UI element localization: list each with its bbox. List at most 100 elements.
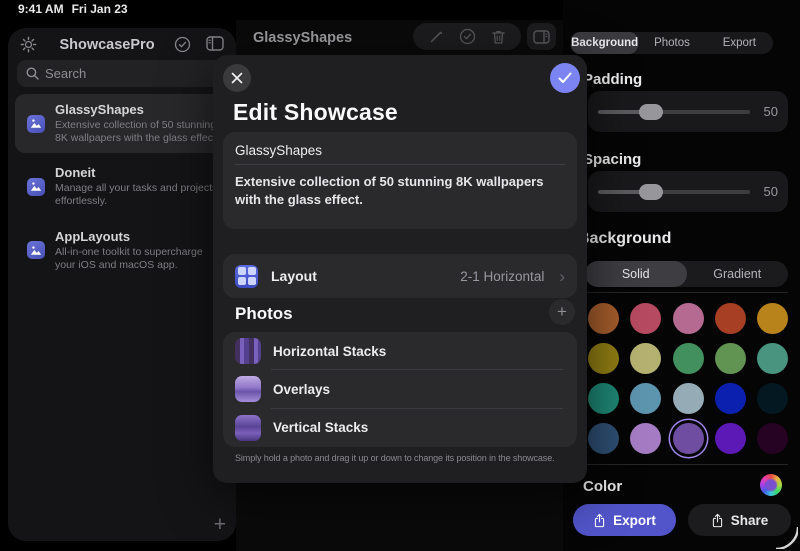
app-screen: 9:41 AM Fri Jan 23 100% GlassyShapes Bac — [0, 0, 800, 551]
background-section-label: Background — [578, 230, 671, 248]
color-swatch[interactable] — [673, 303, 704, 334]
photo-row-label: Overlays — [273, 382, 330, 397]
share-button-label: Share — [731, 513, 769, 528]
detail-toolbar — [413, 23, 521, 50]
edit-pencil-icon[interactable] — [428, 29, 444, 45]
color-swatch[interactable] — [630, 343, 661, 374]
showcase-list: GlassyShapes Extensive collection of 50 … — [15, 94, 231, 280]
sidebar-list-item[interactable]: AppLayouts All-in-one toolkit to superch… — [15, 221, 231, 280]
confirm-button[interactable] — [550, 63, 580, 93]
padding-slider-thumb[interactable] — [639, 104, 663, 120]
color-swatch[interactable] — [673, 343, 704, 374]
color-swatch[interactable] — [588, 383, 619, 414]
sidebar-list-item[interactable]: GlassyShapes Extensive collection of 50 … — [15, 94, 231, 153]
color-swatch[interactable] — [757, 343, 788, 374]
layout-value: 2-1 Horizontal — [460, 269, 544, 284]
add-showcase-button[interactable]: + — [214, 514, 226, 535]
background-mode-gradient[interactable]: Gradient — [687, 261, 789, 287]
photo-thumbnail — [235, 415, 261, 441]
add-photo-button[interactable]: + — [549, 299, 575, 325]
color-swatch[interactable] — [715, 303, 746, 334]
sidebar: ShowcasePro Search GlassyShapes Extensiv… — [8, 28, 236, 541]
spacing-label: Spacing — [583, 151, 641, 168]
select-checkmark-circle-icon[interactable] — [459, 28, 476, 45]
inspector-tab-photos[interactable]: Photos — [638, 32, 705, 54]
color-swatch[interactable] — [757, 423, 788, 454]
photos-list: Horizontal Stacks Overlays Vertical Stac… — [223, 332, 577, 447]
color-wheel-picker[interactable] — [760, 474, 782, 496]
layout-row[interactable]: Layout 2-1 Horizontal › — [223, 254, 577, 298]
padding-label: Padding — [583, 71, 642, 88]
padding-slider-card: 50 — [588, 91, 788, 132]
segment-tab-label: Photos — [654, 37, 690, 49]
sidebar-header: ShowcasePro — [8, 28, 236, 62]
share-up-icon — [711, 513, 724, 528]
color-swatch[interactable] — [630, 383, 661, 414]
search-placeholder: Search — [45, 66, 86, 81]
showcase-description-input[interactable]: Extensive collection of 50 stunning 8K w… — [235, 173, 567, 208]
search-icon — [26, 67, 39, 80]
sidebar-item-desc: Manage all your tasks and projects effor… — [55, 182, 223, 208]
color-swatch-grid — [588, 303, 788, 454]
color-swatch[interactable] — [715, 343, 746, 374]
sidebar-left-icon[interactable] — [206, 36, 224, 51]
modal-title: Edit Showcase — [233, 99, 398, 126]
edit-showcase-modal: Edit Showcase Extensive collection of 50… — [213, 55, 587, 483]
checkmark-circle-icon[interactable] — [174, 36, 191, 53]
color-swatch[interactable] — [757, 383, 788, 414]
background-mode-solid[interactable]: Solid — [585, 261, 687, 287]
color-swatch[interactable] — [588, 343, 619, 374]
sidebar-item-desc: Extensive collection of 50 stunning 8K w… — [55, 119, 223, 145]
status-date: Fri Jan 23 — [72, 2, 128, 16]
color-swatch[interactable] — [630, 423, 661, 454]
divider — [585, 292, 788, 293]
photo-row[interactable]: Overlays — [223, 370, 577, 408]
photos-hint: Simply hold a photo and drag it up or do… — [235, 453, 555, 463]
color-swatch[interactable] — [715, 423, 746, 454]
spacing-slider-thumb[interactable] — [639, 184, 663, 200]
background-mode-toggle: Solid Gradient — [585, 261, 788, 287]
inspector-tab-background[interactable]: Background — [571, 32, 638, 54]
sidebar-list-item[interactable]: Doneit Manage all your tasks and project… — [15, 157, 231, 216]
photo-icon — [27, 115, 45, 133]
showcase-name-input[interactable] — [235, 140, 565, 160]
spacing-value: 50 — [764, 184, 778, 199]
color-swatch[interactable] — [673, 383, 704, 414]
photo-row[interactable]: Vertical Stacks — [223, 409, 577, 447]
share-up-icon — [593, 513, 606, 528]
photo-row-label: Vertical Stacks — [273, 420, 368, 435]
status-time: 9:41 AM — [18, 2, 64, 16]
spacing-slider[interactable] — [598, 190, 750, 194]
color-swatch[interactable] — [588, 303, 619, 334]
toggle-right-sidebar-button[interactable] — [527, 23, 556, 50]
divider — [585, 464, 788, 465]
color-swatch[interactable] — [673, 423, 704, 454]
search-input[interactable]: Search — [17, 60, 227, 87]
color-swatch[interactable] — [630, 303, 661, 334]
screen-corner-arc — [776, 527, 798, 549]
photo-thumbnail — [235, 376, 261, 402]
padding-slider[interactable] — [598, 110, 750, 114]
photo-icon — [27, 241, 45, 259]
divider — [235, 164, 565, 165]
color-swatch[interactable] — [715, 383, 746, 414]
inspector-panel: Background Photos Export Padding 50 Spacin… — [563, 0, 800, 551]
inspector-tab-bar: Background Photos Export — [571, 32, 773, 54]
close-icon — [231, 72, 243, 84]
segment-tab-label: Solid — [622, 267, 650, 281]
color-swatch[interactable] — [757, 303, 788, 334]
inspector-tab-export[interactable]: Export — [706, 32, 773, 54]
segment-tab-label: Background — [571, 37, 638, 49]
trash-icon[interactable] — [491, 29, 506, 45]
segment-tab-label: Export — [723, 37, 756, 49]
color-swatch[interactable] — [588, 423, 619, 454]
photo-icon — [27, 178, 45, 196]
sidebar-item-title: AppLayouts — [55, 229, 223, 244]
sidebar-item-title: GlassyShapes — [55, 102, 223, 117]
showcase-form-card: Extensive collection of 50 stunning 8K w… — [223, 132, 577, 229]
color-label: Color — [583, 478, 622, 495]
photo-row[interactable]: Horizontal Stacks — [223, 332, 577, 370]
layout-label: Layout — [271, 268, 447, 284]
export-button[interactable]: Export — [573, 504, 676, 536]
close-button[interactable] — [223, 64, 251, 92]
